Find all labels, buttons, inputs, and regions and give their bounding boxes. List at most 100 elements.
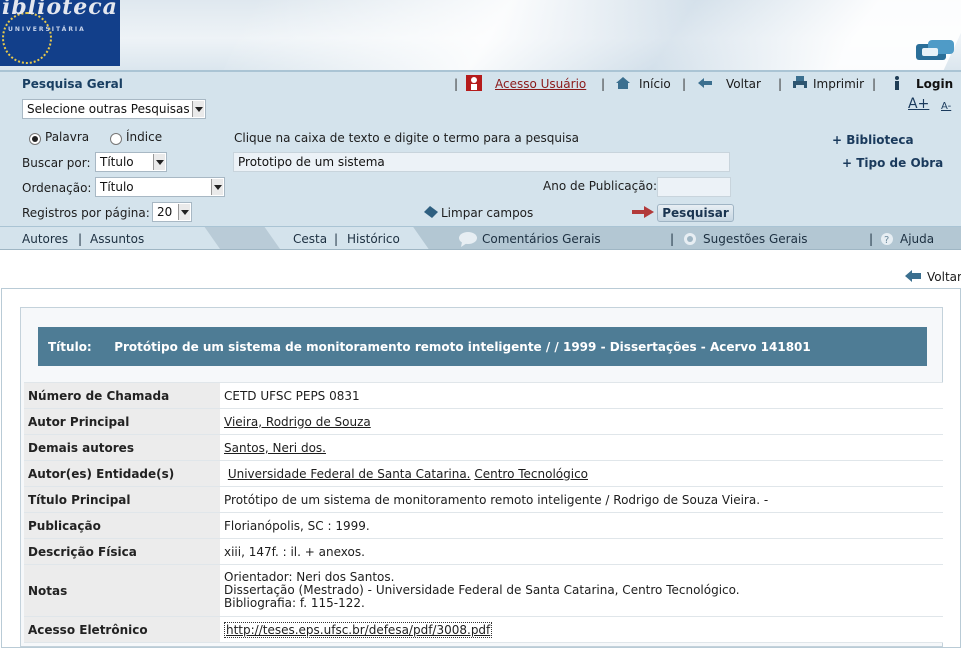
- field-label: Acesso Eletrônico: [24, 616, 220, 643]
- tab-autores[interactable]: Autores: [22, 232, 68, 246]
- system-logo-icon: [916, 40, 954, 60]
- record-panel: Título: Protótipo de um sistema de monit…: [20, 307, 943, 647]
- comments-icon: [459, 232, 477, 247]
- home-icon[interactable]: [615, 75, 631, 91]
- field-label: Demais autores: [24, 434, 220, 461]
- nav-separator: |: [682, 77, 687, 91]
- tipo-obra-filter-link[interactable]: + Tipo de Obra: [842, 156, 943, 170]
- svg-text:?: ?: [884, 235, 889, 246]
- record-title-value: Protótipo de um sistema de monitoramento…: [114, 340, 811, 354]
- record-title-bar: Título: Protótipo de um sistema de monit…: [38, 327, 927, 366]
- tab-ajuda[interactable]: Ajuda: [900, 232, 934, 246]
- tab-comentarios-gerais[interactable]: Comentários Gerais: [482, 232, 601, 246]
- tab-historico[interactable]: Histórico: [347, 232, 400, 246]
- nav-separator: |: [454, 77, 459, 91]
- tab-assuntos[interactable]: Assuntos: [90, 232, 144, 246]
- field-value: CETD UFSC PEPS 0831: [220, 382, 943, 409]
- tab-decoration: [204, 227, 282, 249]
- arrow-right-icon: [632, 206, 654, 218]
- pesquisar-button[interactable]: Pesquisar: [657, 204, 734, 222]
- tab-separator: |: [78, 232, 83, 246]
- logo-word: iblioteca: [2, 0, 118, 20]
- field-label: Autor(es) Entidade(s): [24, 460, 220, 487]
- demais-autores-link[interactable]: Santos, Neri dos.: [224, 441, 326, 455]
- table-row: Notas Orientador: Neri dos Santos. Disse…: [24, 564, 943, 617]
- back-arrow-icon[interactable]: [697, 75, 713, 91]
- tab-separator: |: [670, 232, 675, 246]
- chevron-down-icon: [211, 179, 223, 195]
- imprimir-link[interactable]: Imprimir: [813, 77, 864, 91]
- login-info-icon[interactable]: [889, 75, 905, 91]
- registros-value: 20: [157, 205, 173, 219]
- library-logo[interactable]: iblioteca UNIVERSITÁRIA: [0, 0, 120, 66]
- logo-subtitle: UNIVERSITÁRIA: [8, 26, 86, 33]
- chevron-down-icon: [153, 154, 165, 170]
- ordenacao-label: Ordenação:: [22, 181, 92, 195]
- acesso-usuario-link[interactable]: Acesso Usuário: [495, 77, 586, 91]
- buscar-select[interactable]: Título: [95, 152, 167, 172]
- nav-separator: |: [601, 77, 606, 91]
- indice-label: Índice: [126, 130, 163, 144]
- other-searches-select[interactable]: Selecione outras Pesquisas: [22, 99, 206, 119]
- search-query-text: Prototipo de um sistema: [238, 155, 385, 169]
- field-value: Universidade Federal de Santa Catarina. …: [220, 460, 943, 487]
- search-input[interactable]: Prototipo de um sistema: [233, 152, 730, 172]
- banner-decoration: [219, 0, 961, 70]
- nav-separator: |: [778, 77, 783, 91]
- table-row: Acesso Eletrônico http://teses.eps.ufsc.…: [24, 616, 943, 643]
- registros-select[interactable]: 20: [152, 202, 192, 222]
- tab-cesta[interactable]: Cesta: [293, 232, 327, 246]
- autor-principal-link[interactable]: Vieira, Rodrigo de Souza: [224, 415, 371, 429]
- tab-separator: |: [869, 232, 874, 246]
- user-access-icon[interactable]: [466, 75, 482, 91]
- ano-input[interactable]: [657, 177, 731, 197]
- suggestion-icon: [684, 233, 696, 245]
- field-value: Orientador: Neri dos Santos. Dissertação…: [220, 564, 943, 617]
- limpar-campos-link[interactable]: Limpar campos: [441, 206, 533, 220]
- entidade-link-ufsc[interactable]: Universidade Federal de Santa Catarina.: [228, 467, 471, 481]
- table-row: Número de Chamada CETD UFSC PEPS 0831: [24, 382, 943, 409]
- field-label: Autor Principal: [24, 408, 220, 435]
- search-hint: Clique na caixa de texto e digite o term…: [234, 131, 579, 145]
- ordenacao-value: Título: [100, 180, 134, 194]
- inicio-link[interactable]: Início: [639, 77, 671, 91]
- printer-icon[interactable]: [792, 75, 808, 91]
- login-link[interactable]: Login: [916, 77, 953, 91]
- field-label: Título Principal: [24, 486, 220, 513]
- chevron-down-icon: [178, 204, 190, 220]
- secondary-tabs: Autores | Assuntos Cesta | Histórico Com…: [0, 226, 961, 250]
- table-row: Demais autores Santos, Neri dos.: [24, 434, 943, 461]
- entidade-link-ctc[interactable]: Centro Tecnológico: [474, 467, 588, 481]
- ordenacao-select[interactable]: Título: [95, 177, 225, 197]
- font-decrease-link[interactable]: A-: [941, 101, 951, 112]
- eraser-icon[interactable]: [423, 205, 439, 219]
- record-container: Título: Protótipo de um sistema de monit…: [1, 288, 961, 648]
- registros-label: Registros por página:: [22, 206, 150, 220]
- record-title-label: Título:: [48, 340, 92, 354]
- other-searches-value: Selecione outras Pesquisas: [27, 102, 190, 116]
- acesso-eletronico-link[interactable]: http://teses.eps.ufsc.br/defesa/pdf/3008…: [224, 621, 493, 638]
- record-detail-table: Número de Chamada CETD UFSC PEPS 0831 Au…: [24, 382, 943, 643]
- tab-separator: |: [334, 232, 339, 246]
- table-row: Título Principal Protótipo de um sistema…: [24, 486, 943, 513]
- nav-separator: |: [872, 77, 877, 91]
- palavra-label: Palavra: [45, 130, 90, 144]
- palavra-radio[interactable]: [29, 133, 41, 145]
- field-value: Florianópolis, SC : 1999.: [220, 512, 943, 539]
- field-value: http://teses.eps.ufsc.br/defesa/pdf/3008…: [220, 616, 943, 643]
- biblioteca-filter-link[interactable]: + Biblioteca: [832, 133, 914, 147]
- field-label: Publicação: [24, 512, 220, 539]
- field-value: Santos, Neri dos.: [220, 434, 943, 461]
- table-row: Descrição Física xiii, 147f. : il. + ane…: [24, 538, 943, 565]
- tab-sugestoes-gerais[interactable]: Sugestões Gerais: [703, 232, 808, 246]
- record-back-link[interactable]: Voltar: [927, 270, 961, 284]
- font-increase-link[interactable]: A+: [908, 96, 929, 112]
- voltar-link[interactable]: Voltar: [726, 77, 761, 91]
- field-value: Vieira, Rodrigo de Souza: [220, 408, 943, 435]
- top-navigation: Pesquisa Geral | Acesso Usuário | Início…: [0, 70, 961, 94]
- back-arrow-icon[interactable]: [904, 268, 922, 284]
- note-line: Bibliografia: f. 115-122.: [224, 596, 365, 610]
- indice-radio[interactable]: [110, 133, 122, 145]
- site-banner: iblioteca UNIVERSITÁRIA: [0, 0, 961, 70]
- help-icon: ?: [881, 233, 893, 246]
